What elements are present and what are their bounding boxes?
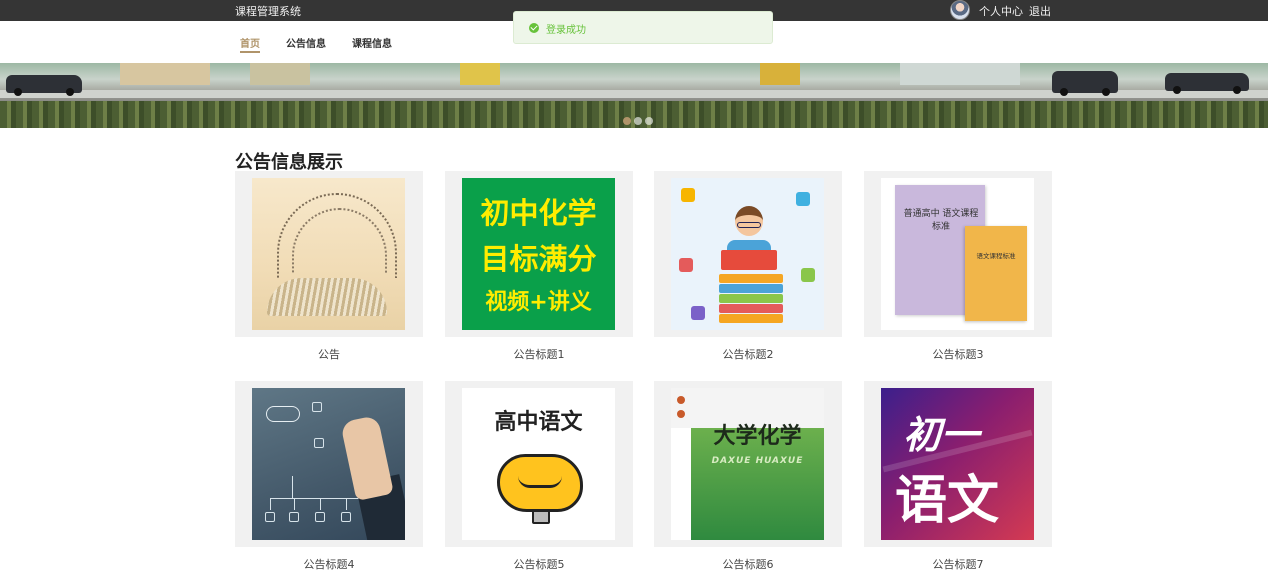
card-caption: 公告标题6 xyxy=(722,558,774,571)
book-stack xyxy=(719,274,783,283)
success-toast: 登录成功 xyxy=(513,11,773,44)
book-stack xyxy=(719,294,783,303)
thumb-title: 大学化学 xyxy=(713,423,802,449)
network-line xyxy=(294,498,295,510)
network-node xyxy=(314,438,324,448)
badge-icon xyxy=(677,410,685,418)
carousel-indicators xyxy=(623,110,656,128)
network-line xyxy=(270,498,271,510)
network-line xyxy=(320,498,321,510)
hand-illustration xyxy=(340,414,394,502)
card-thumbnail: 初一 语文 xyxy=(881,388,1034,540)
doodle-shape xyxy=(801,268,815,282)
kid-head xyxy=(735,206,763,236)
card-caption: 公告标题1 xyxy=(513,348,565,361)
user-center-link[interactable]: 个人中心 xyxy=(979,3,1023,19)
announcement-card[interactable]: 初一 语文 xyxy=(864,381,1052,547)
card-thumbnail: 大学化学 DAXUE HUAXUE xyxy=(671,388,824,540)
computer-icon xyxy=(289,512,299,522)
book-stack xyxy=(719,304,783,313)
card-thumbnail: 普通高中 语文课程标准 语文课程标准 xyxy=(881,178,1034,330)
logout-link[interactable]: 退出 xyxy=(1029,3,1051,19)
banner-building xyxy=(120,63,210,85)
card-caption: 公告标题5 xyxy=(513,558,565,571)
carousel-dot-2[interactable] xyxy=(634,117,642,125)
cloud-icon xyxy=(266,406,300,422)
thumb-title: 初一 xyxy=(903,413,980,457)
thumb-title: 高中语文 xyxy=(494,410,583,435)
card-thumbnail xyxy=(252,388,405,540)
banner-car xyxy=(1165,73,1249,94)
card-thumbnail: 高中语文 xyxy=(462,388,615,540)
announcement-card[interactable]: 普通高中 语文课程标准 语文课程标准 xyxy=(864,171,1052,337)
avatar[interactable] xyxy=(950,0,970,20)
network-line xyxy=(346,498,347,510)
banner-building xyxy=(760,63,800,85)
doodle-shape xyxy=(681,188,695,202)
card-caption: 公告 xyxy=(318,348,340,361)
computer-icon xyxy=(265,512,275,522)
announcement-card[interactable] xyxy=(235,381,423,547)
badge-icon xyxy=(677,396,685,404)
thumb-text: 目标满分 xyxy=(480,242,597,276)
carousel-dot-1[interactable] xyxy=(623,117,631,125)
banner-carousel[interactable] xyxy=(0,63,1268,128)
book-cover xyxy=(965,226,1027,321)
book-stack xyxy=(719,284,783,293)
computer-icon xyxy=(315,512,325,522)
toast-message: 登录成功 xyxy=(546,25,586,36)
card-thumbnail xyxy=(671,178,824,330)
announcement-card[interactable]: 初中化学 目标满分 视频+讲义 xyxy=(445,171,633,337)
announcement-card[interactable] xyxy=(235,171,423,337)
thumb-title: 语文 xyxy=(895,471,1000,531)
computer-icon xyxy=(341,512,351,522)
doodle-shape xyxy=(691,306,705,320)
check-circle-icon xyxy=(529,23,539,33)
announcement-card[interactable]: 高中语文 xyxy=(445,381,633,547)
banner-building xyxy=(250,63,310,85)
announcement-card[interactable]: 大学化学 DAXUE HUAXUE xyxy=(654,381,842,547)
thumb-subtitle: DAXUE HUAXUE xyxy=(711,456,804,466)
banner-building xyxy=(460,63,500,85)
nav-item-courses[interactable]: 课程信息 xyxy=(352,35,392,50)
doodle-shape xyxy=(796,192,810,206)
thumb-text: 视频+讲义 xyxy=(485,290,592,315)
thumb-text: 初中化学 xyxy=(480,196,597,230)
brain-squiggle xyxy=(518,476,562,488)
doodle-shape xyxy=(679,258,693,272)
card-caption: 公告标题3 xyxy=(932,348,984,361)
book-title: 语文课程标准 xyxy=(976,252,1016,260)
announcement-card[interactable] xyxy=(654,171,842,337)
banner-building xyxy=(900,63,1020,85)
red-book xyxy=(721,250,777,270)
carousel-dot-3[interactable] xyxy=(645,117,653,125)
card-caption: 公告标题4 xyxy=(303,558,355,571)
network-line xyxy=(292,476,293,498)
nav-item-home[interactable]: 首页 xyxy=(240,35,260,53)
card-thumbnail xyxy=(252,178,405,330)
glasses-icon xyxy=(737,222,761,228)
bulb-base xyxy=(532,510,550,524)
card-thumbnail: 初中化学 目标满分 视频+讲义 xyxy=(462,178,615,330)
banner-car xyxy=(6,75,82,96)
network-node xyxy=(312,402,322,412)
open-book-illustration xyxy=(267,278,387,316)
card-caption: 公告标题7 xyxy=(932,558,984,571)
banner-car xyxy=(1052,71,1118,96)
card-caption: 公告标题2 xyxy=(722,348,774,361)
book-stack xyxy=(719,314,783,323)
nav-item-announcements[interactable]: 公告信息 xyxy=(286,35,326,50)
app-title: 课程管理系统 xyxy=(235,5,301,18)
